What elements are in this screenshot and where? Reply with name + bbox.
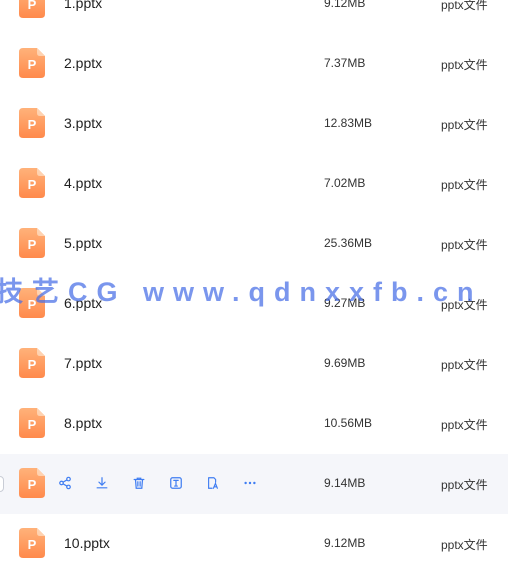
delete-icon[interactable] <box>132 473 169 493</box>
file-size: 7.37MB <box>324 56 366 70</box>
svg-text:P: P <box>28 537 37 552</box>
file-row-4[interactable]: P 4.pptx 7.02MB pptx文件 <box>0 154 508 214</box>
file-name[interactable]: 1.pptx <box>64 0 102 11</box>
share-icon[interactable] <box>58 473 95 493</box>
svg-text:P: P <box>28 357 37 372</box>
pptx-file-icon: P <box>19 348 45 378</box>
rename-icon[interactable] <box>169 473 206 493</box>
pptx-file-icon: P <box>19 288 45 318</box>
file-row-7[interactable]: P 7.pptx 9.69MB pptx文件 <box>0 334 508 394</box>
file-row-3[interactable]: P 3.pptx 12.83MB pptx文件 <box>0 94 508 154</box>
file-type: pptx文件 <box>441 0 488 12</box>
pptx-file-icon: P <box>19 228 45 258</box>
file-name[interactable]: 7.pptx <box>64 355 102 371</box>
svg-text:P: P <box>28 417 37 432</box>
file-type: pptx文件 <box>441 238 488 252</box>
row-checkbox[interactable] <box>0 476 4 492</box>
file-name[interactable]: 5.pptx <box>64 235 102 251</box>
pptx-file-icon: P <box>19 108 45 138</box>
file-type: pptx文件 <box>441 118 488 132</box>
file-name[interactable]: 8.pptx <box>64 415 102 431</box>
file-row-1[interactable]: P 1.pptx 9.12MB pptx文件 <box>0 0 508 34</box>
file-type: pptx文件 <box>441 538 488 552</box>
file-size: 9.12MB <box>324 0 366 10</box>
file-row-2[interactable]: P 2.pptx 7.37MB pptx文件 <box>0 34 508 94</box>
more-icon[interactable] <box>243 473 280 493</box>
file-size: 9.27MB <box>324 296 366 310</box>
pptx-file-icon: P <box>19 468 45 498</box>
file-name[interactable]: 10.pptx <box>64 535 110 551</box>
file-row-9[interactable]: P 9.14MB pptx文件 <box>0 454 508 514</box>
translate-icon[interactable] <box>206 473 243 493</box>
row-actions <box>58 473 280 493</box>
file-size: 9.12MB <box>324 536 366 550</box>
file-size: 7.02MB <box>324 176 366 190</box>
file-type: pptx文件 <box>441 178 488 192</box>
file-row-5[interactable]: P 5.pptx 25.36MB pptx文件 <box>0 214 508 274</box>
file-name[interactable]: 6.pptx <box>64 295 102 311</box>
svg-text:P: P <box>28 117 37 132</box>
file-size: 25.36MB <box>324 236 373 250</box>
file-size: 9.69MB <box>324 356 366 370</box>
file-type: pptx文件 <box>441 418 488 432</box>
file-list: P 1.pptx 9.12MB pptx文件 P 2.pptx 7.37MB p… <box>0 0 508 574</box>
file-row-6[interactable]: P 6.pptx 9.27MB pptx文件 <box>0 274 508 334</box>
svg-text:P: P <box>28 477 37 492</box>
file-size: 12.83MB <box>324 116 373 130</box>
download-icon[interactable] <box>95 473 132 493</box>
file-type: pptx文件 <box>441 298 488 312</box>
svg-text:P: P <box>28 297 37 312</box>
file-row-10[interactable]: P 10.pptx 9.12MB pptx文件 <box>0 514 508 574</box>
file-size: 9.14MB <box>324 476 366 490</box>
file-name[interactable]: 2.pptx <box>64 55 102 71</box>
file-row-8[interactable]: P 8.pptx 10.56MB pptx文件 <box>0 394 508 454</box>
pptx-file-icon: P <box>19 408 45 438</box>
svg-text:P: P <box>28 177 37 192</box>
file-name[interactable]: 3.pptx <box>64 115 102 131</box>
pptx-file-icon: P <box>19 528 45 558</box>
file-type: pptx文件 <box>441 58 488 72</box>
file-size: 10.56MB <box>324 416 373 430</box>
svg-text:P: P <box>28 0 37 12</box>
pptx-file-icon: P <box>19 168 45 198</box>
pptx-file-icon: P <box>19 0 45 18</box>
svg-text:P: P <box>28 237 37 252</box>
file-type: pptx文件 <box>441 358 488 372</box>
file-type: pptx文件 <box>441 478 488 492</box>
file-name[interactable]: 4.pptx <box>64 175 102 191</box>
pptx-file-icon: P <box>19 48 45 78</box>
svg-text:P: P <box>28 57 37 72</box>
